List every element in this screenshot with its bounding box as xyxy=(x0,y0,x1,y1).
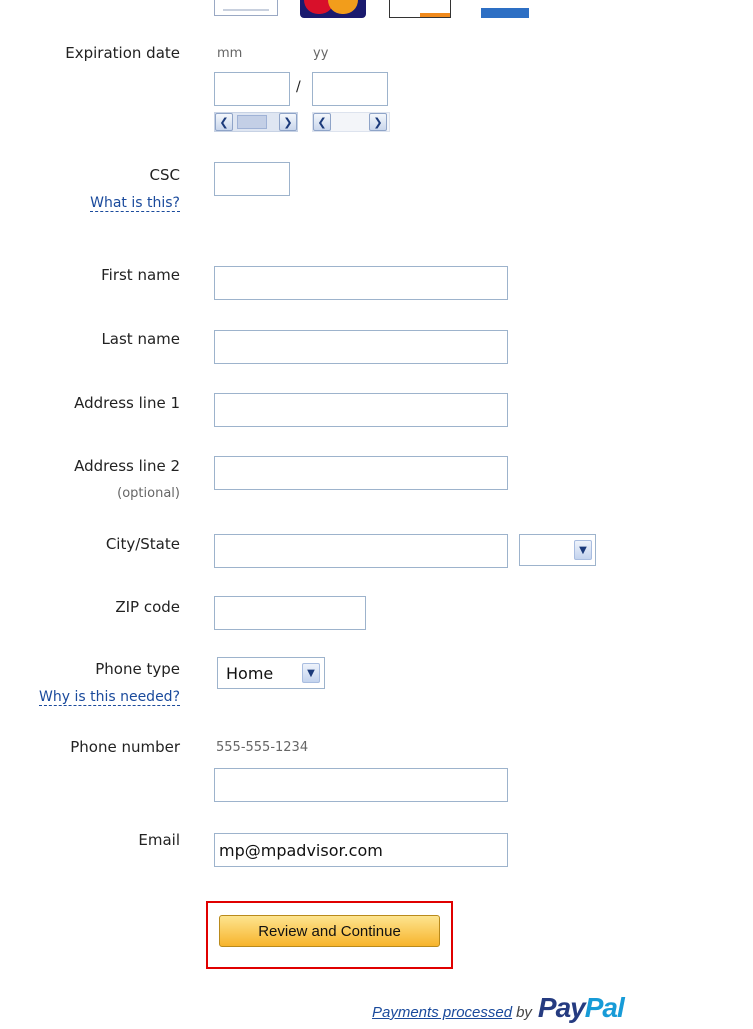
expiration-separator: / xyxy=(296,79,301,95)
payments-processed-link[interactable]: Payments processed xyxy=(372,1004,512,1021)
city-input[interactable] xyxy=(214,534,508,568)
month-scrollbar[interactable]: ❮ ❯ xyxy=(214,112,298,132)
phone-number-input[interactable] xyxy=(214,768,508,802)
phone-number-example: 555-555-1234 xyxy=(216,740,309,755)
chevron-right-icon[interactable]: ❯ xyxy=(369,113,387,131)
expiration-year-input[interactable] xyxy=(312,72,388,106)
city-state-label: City/State xyxy=(105,535,180,553)
state-select[interactable]: ▼ xyxy=(519,534,596,566)
address-line1-input[interactable] xyxy=(214,393,508,427)
chevron-down-icon[interactable]: ▼ xyxy=(574,540,592,560)
phone-type-label: Phone type xyxy=(95,660,180,678)
paypal-footer: Payments processed by Pay Pal xyxy=(372,992,625,1026)
by-text: by xyxy=(516,1004,532,1021)
email-input[interactable] xyxy=(214,833,508,867)
paypal-logo-pal: Pal xyxy=(584,992,625,1023)
paypal-logo-pay: Pay xyxy=(537,992,586,1023)
chevron-down-icon[interactable]: ▼ xyxy=(302,663,320,683)
chevron-right-icon[interactable]: ❯ xyxy=(279,113,297,131)
review-and-continue-button[interactable]: Review and Continue xyxy=(219,915,440,947)
address-line2-input[interactable] xyxy=(214,456,508,490)
zip-code-label: ZIP code xyxy=(115,598,180,616)
csc-input[interactable] xyxy=(214,162,290,196)
year-scrollbar[interactable]: ❮ ❯ xyxy=(312,112,390,132)
first-name-input[interactable] xyxy=(214,266,508,300)
phone-type-selected: Home xyxy=(226,664,274,683)
phone-number-label: Phone number xyxy=(70,738,180,756)
month-scroll-thumb[interactable] xyxy=(237,115,267,129)
optional-note: (optional) xyxy=(117,486,180,501)
address-line1-label: Address line 1 xyxy=(74,394,180,412)
address-line2-label: Address line 2 xyxy=(74,457,180,475)
discover-card-icon xyxy=(389,0,451,18)
last-name-input[interactable] xyxy=(214,330,508,364)
expiration-date-label: Expiration date xyxy=(65,44,180,62)
visa-card-icon xyxy=(214,0,278,16)
chevron-left-icon[interactable]: ❮ xyxy=(313,113,331,131)
expiration-month-input[interactable] xyxy=(214,72,290,106)
last-name-label: Last name xyxy=(101,330,180,348)
month-hint: mm xyxy=(217,46,243,61)
amex-card-icon xyxy=(481,0,529,18)
year-hint: yy xyxy=(313,46,329,61)
first-name-label: First name xyxy=(101,266,180,284)
phone-type-select[interactable]: Home ▼ xyxy=(217,657,325,689)
csc-label: CSC xyxy=(149,166,180,184)
email-label: Email xyxy=(138,831,180,849)
phone-type-help-link[interactable]: Why is this needed? xyxy=(39,689,180,706)
zip-code-input[interactable] xyxy=(214,596,366,630)
mastercard-icon xyxy=(300,0,366,18)
chevron-left-icon[interactable]: ❮ xyxy=(215,113,233,131)
csc-help-link[interactable]: What is this? xyxy=(90,195,180,212)
